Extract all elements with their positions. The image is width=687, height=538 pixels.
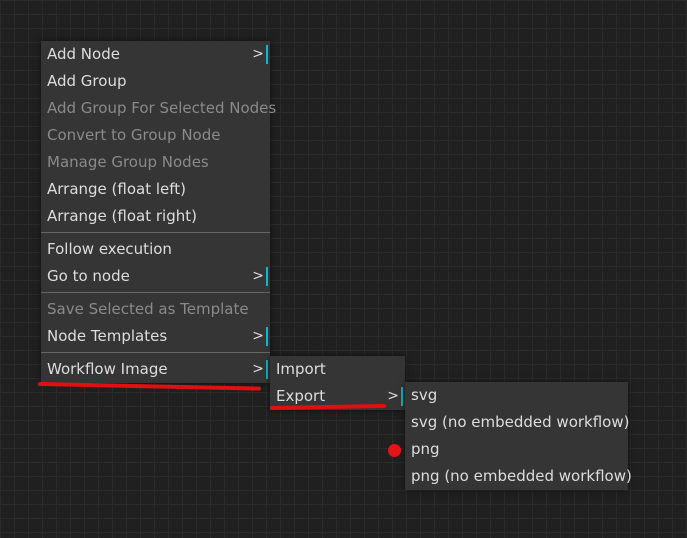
- menu-item-add-node[interactable]: Add Node >: [41, 41, 270, 68]
- context-menu: Add Node > Add Group Add Group For Selec…: [41, 41, 276, 383]
- annotation-dot: [388, 444, 401, 457]
- menu-item-label: Follow execution: [47, 240, 172, 258]
- menu-item-label: Manage Group Nodes: [47, 153, 209, 171]
- menu-item-label: Save Selected as Template: [47, 300, 249, 318]
- menu-item-add-group[interactable]: Add Group: [41, 68, 270, 95]
- menu-item-label: Import: [276, 360, 326, 378]
- menu-item-label: png: [411, 440, 440, 458]
- menu-item-node-templates[interactable]: Node Templates >: [41, 323, 270, 350]
- menu-item-export-svg[interactable]: svg: [405, 382, 628, 409]
- menu-item-arrange-float-left[interactable]: Arrange (float left): [41, 176, 270, 203]
- menu-item-label: Add Node: [47, 45, 120, 63]
- workflow-image-submenu: Import Export >: [270, 356, 405, 410]
- menu-item-label: png (no embedded workflow): [411, 467, 632, 485]
- menu-item-export-png[interactable]: png: [405, 436, 628, 463]
- menu-item-save-selected-as-template: Save Selected as Template: [41, 296, 270, 323]
- submenu-arrow-icon: >: [252, 268, 264, 284]
- menu-item-label: Add Group: [47, 72, 127, 90]
- menu-item-export-png-no-workflow[interactable]: png (no embedded workflow): [405, 463, 632, 490]
- menu-item-workflow-image[interactable]: Workflow Image >: [41, 356, 270, 383]
- menu-item-convert-to-group-node: Convert to Group Node: [41, 122, 270, 149]
- export-submenu: svg svg (no embedded workflow) png png (…: [405, 382, 632, 490]
- menu-item-add-group-for-selected-nodes: Add Group For Selected Nodes: [41, 95, 276, 122]
- menu-item-label: Export: [276, 387, 326, 405]
- menu-separator: [41, 232, 270, 233]
- menu-item-label: Convert to Group Node: [47, 126, 221, 144]
- menu-item-manage-group-nodes: Manage Group Nodes: [41, 149, 270, 176]
- menu-item-follow-execution[interactable]: Follow execution: [41, 236, 270, 263]
- menu-item-export-svg-no-workflow[interactable]: svg (no embedded workflow): [405, 409, 630, 436]
- menu-item-arrange-float-right[interactable]: Arrange (float right): [41, 203, 270, 230]
- menu-item-go-to-node[interactable]: Go to node >: [41, 263, 270, 290]
- menu-item-label: Workflow Image: [47, 360, 168, 378]
- submenu-arrow-icon: >: [252, 46, 264, 62]
- menu-separator: [41, 352, 270, 353]
- annotation-underline-workflow-image: [37, 382, 261, 391]
- menu-item-label: Arrange (float left): [47, 180, 187, 198]
- menu-separator: [41, 292, 270, 293]
- menu-item-label: Node Templates: [47, 327, 168, 345]
- submenu-arrow-icon: >: [387, 388, 399, 404]
- menu-item-label: svg (no embedded workflow): [411, 413, 630, 431]
- menu-item-label: Add Group For Selected Nodes: [47, 99, 277, 117]
- menu-item-label: Arrange (float right): [47, 207, 197, 225]
- submenu-arrow-icon: >: [252, 361, 264, 377]
- menu-item-import[interactable]: Import: [270, 356, 405, 383]
- menu-item-label: Go to node: [47, 267, 130, 285]
- menu-item-label: svg: [411, 386, 438, 404]
- submenu-arrow-icon: >: [252, 328, 264, 344]
